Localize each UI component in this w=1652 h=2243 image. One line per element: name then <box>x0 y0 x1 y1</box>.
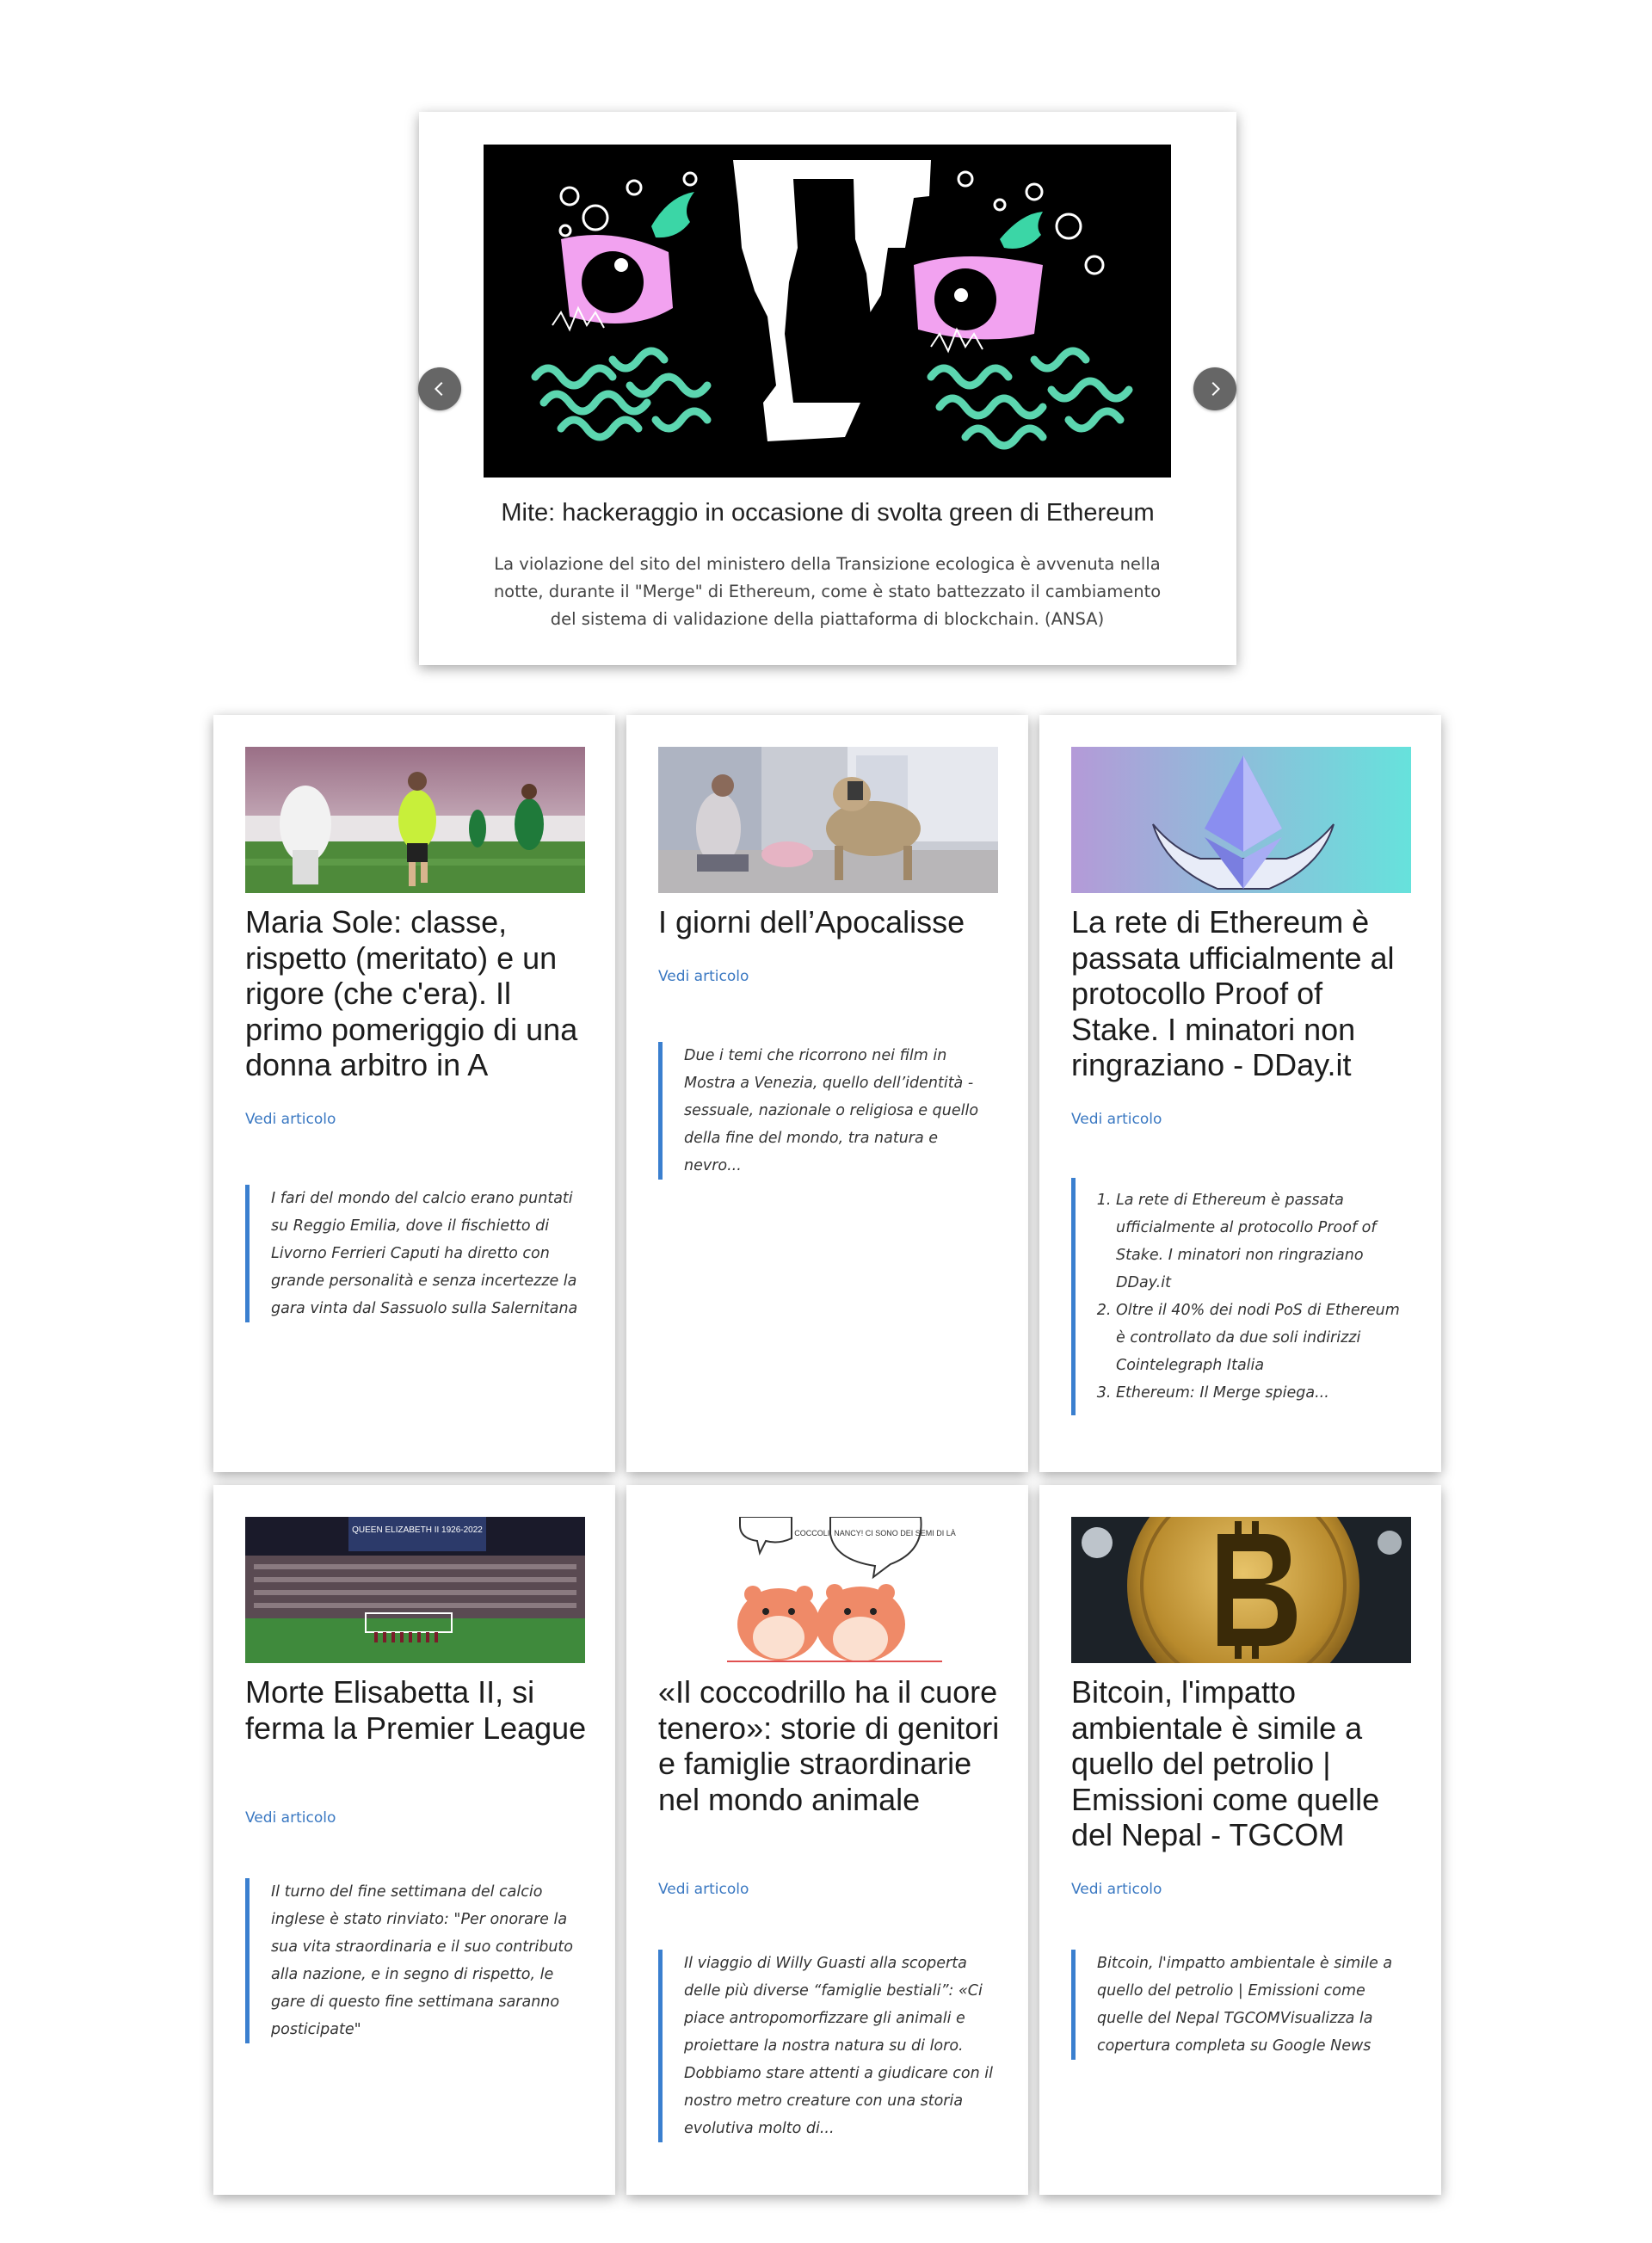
chevron-left-icon <box>434 381 443 397</box>
article-card: COCCOLI, NANCY! CI SONO DEI SEMI DI LÀ «… <box>626 1485 1028 2195</box>
carousel-prev-button[interactable] <box>418 367 461 410</box>
related-item: Ethereum: Il Merge spiega... <box>1116 1379 1407 1407</box>
speech-bubble-text: COCCOLI, NANCY! CI SONO DEI SEMI DI LÀ <box>794 1529 956 1537</box>
featured-carousel: Mite: hackeraggio in occasione di svolta… <box>418 112 1236 665</box>
read-article-link[interactable]: Vedi articolo <box>658 968 749 985</box>
related-item: Oltre il 40% dei nodi PoS di Ethereum è … <box>1116 1297 1407 1379</box>
related-item: La rete di Ethereum è passata ufficialme… <box>1116 1186 1407 1297</box>
chevron-right-icon <box>1211 381 1221 397</box>
article-card: I giorni dell’Apocalisse Vedi articolo D… <box>626 715 1028 1472</box>
article-card: Maria Sole: classe, rispetto (meritato) … <box>213 715 615 1472</box>
article-image[interactable]: COCCOLI, NANCY! CI SONO DEI SEMI DI LÀ <box>658 1517 998 1663</box>
article-excerpt: Il turno del fine settimana del calcio i… <box>245 1878 581 2043</box>
article-image[interactable] <box>1071 1517 1411 1663</box>
article-title[interactable]: Morte Elisabetta II, si ferma la Premier… <box>245 1674 589 1746</box>
article-card: La rete di Ethereum è passata ufficialme… <box>1039 715 1441 1472</box>
article-card: Bitcoin, l'impatto ambientale è simile a… <box>1039 1485 1441 2195</box>
related-list: La rete di Ethereum è passata ufficialme… <box>1097 1186 1407 1407</box>
carousel-title[interactable]: Mite: hackeraggio in occasione di svolta… <box>419 499 1236 527</box>
carousel-image[interactable] <box>484 145 1171 478</box>
article-image[interactable]: QUEEN ELIZABETH II 1926-2022 <box>245 1517 585 1663</box>
article-excerpt: Bitcoin, l'impatto ambientale è simile a… <box>1071 1950 1407 2060</box>
carousel-next-button[interactable] <box>1193 367 1236 410</box>
read-article-link[interactable]: Vedi articolo <box>658 1881 749 1898</box>
read-article-link[interactable]: Vedi articolo <box>1071 1111 1162 1128</box>
article-image[interactable] <box>658 747 998 893</box>
article-image[interactable] <box>245 747 585 893</box>
article-image[interactable] <box>1071 747 1411 893</box>
article-excerpt: Due i temi che ricorrono nei film in Mos… <box>658 1042 994 1180</box>
article-excerpt: I fari del mondo del calcio erano puntat… <box>245 1185 581 1322</box>
memorial-banner-text: QUEEN ELIZABETH II 1926-2022 <box>352 1525 483 1535</box>
article-excerpt: La rete di Ethereum è passata ufficialme… <box>1071 1178 1407 1415</box>
article-title[interactable]: I giorni dell’Apocalisse <box>658 904 1002 940</box>
article-excerpt: Il viaggio di Willy Guasti alla scoperta… <box>658 1950 994 2142</box>
carousel-caption: La violazione del sito del ministero del… <box>493 554 1162 629</box>
article-title[interactable]: Bitcoin, l'impatto ambientale è simile a… <box>1071 1674 1415 1853</box>
article-title[interactable]: Maria Sole: classe, rispetto (meritato) … <box>245 904 589 1083</box>
read-article-link[interactable]: Vedi articolo <box>245 1809 336 1827</box>
article-card: QUEEN ELIZABETH II 1926-2022 Morte Elisa… <box>213 1485 615 2195</box>
read-article-link[interactable]: Vedi articolo <box>245 1111 336 1128</box>
article-title[interactable]: «Il coccodrillo ha il cuore tenero»: sto… <box>658 1674 1002 1817</box>
article-title[interactable]: La rete di Ethereum è passata ufficialme… <box>1071 904 1415 1083</box>
read-article-link[interactable]: Vedi articolo <box>1071 1881 1162 1898</box>
